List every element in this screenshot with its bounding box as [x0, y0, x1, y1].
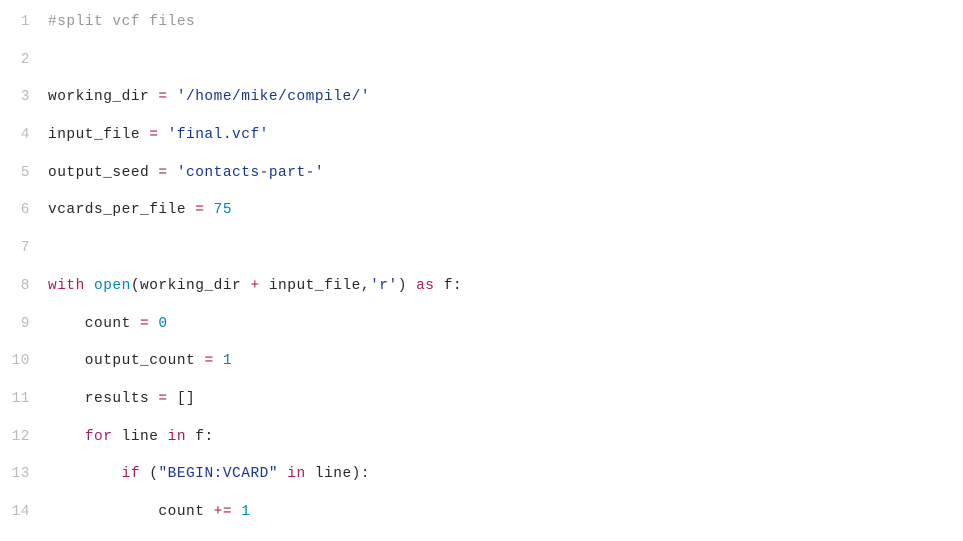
code-line: 10 output_count = 1: [0, 343, 963, 381]
code-line: 5output_seed = 'contacts-part-': [0, 155, 963, 193]
code-token: [232, 504, 241, 520]
code-token: [214, 353, 223, 369]
code-token: count: [48, 316, 140, 332]
code-content: input_file = 'final.vcf': [48, 117, 269, 155]
code-token: as: [416, 278, 434, 294]
code-token: =: [204, 353, 213, 369]
code-token: 1: [223, 353, 232, 369]
line-number: 14: [0, 494, 48, 532]
code-token: =: [158, 89, 167, 105]
code-token: line):: [306, 466, 370, 482]
code-token: =: [158, 165, 167, 181]
code-token: input_file: [48, 127, 149, 143]
code-line: 8with open(working_dir + input_file,'r')…: [0, 268, 963, 306]
code-token: [168, 89, 177, 105]
code-token: [204, 202, 213, 218]
code-token: working_dir: [48, 89, 158, 105]
code-token: 75: [214, 202, 232, 218]
code-token: 'final.vcf': [168, 127, 269, 143]
code-content: vcards_per_file = 75: [48, 192, 232, 230]
code-content: output_seed = 'contacts-part-': [48, 155, 324, 193]
code-token: results: [48, 391, 158, 407]
line-number: 8: [0, 268, 48, 306]
code-token: #split vcf files: [48, 14, 195, 30]
line-number: 6: [0, 192, 48, 230]
code-token: 1: [241, 504, 250, 520]
code-token: [158, 127, 167, 143]
code-token: [85, 278, 94, 294]
code-line: 6vcards_per_file = 75: [0, 192, 963, 230]
code-token: 0: [158, 316, 167, 332]
code-line: 1#split vcf files: [0, 4, 963, 42]
code-token: line: [112, 429, 167, 445]
line-number: 4: [0, 117, 48, 155]
code-line: 7: [0, 230, 963, 268]
code-line: 4input_file = 'final.vcf': [0, 117, 963, 155]
code-block: 1#split vcf files23working_dir = '/home/…: [0, 0, 963, 532]
code-content: output_count = 1: [48, 343, 232, 381]
line-number: 2: [0, 42, 48, 80]
code-line: 14 count += 1: [0, 494, 963, 532]
code-token: count: [48, 504, 214, 520]
code-content: #split vcf files: [48, 4, 195, 42]
code-line: 2: [0, 42, 963, 80]
line-number: 5: [0, 155, 48, 193]
line-number: 11: [0, 381, 48, 419]
code-content: for line in f:: [48, 419, 214, 457]
line-number: 12: [0, 419, 48, 457]
code-token: [48, 466, 122, 482]
code-content: working_dir = '/home/mike/compile/': [48, 79, 370, 117]
code-token: in: [287, 466, 305, 482]
code-token: '/home/mike/compile/': [177, 89, 370, 105]
code-token: with: [48, 278, 85, 294]
line-number: 13: [0, 456, 48, 494]
code-token: input_file,: [260, 278, 370, 294]
code-token: output_seed: [48, 165, 158, 181]
code-content: count = 0: [48, 306, 168, 344]
line-number: 3: [0, 79, 48, 117]
line-number: 1: [0, 4, 48, 42]
line-number: 10: [0, 343, 48, 381]
code-token: in: [168, 429, 186, 445]
code-token: ): [398, 278, 416, 294]
code-content: count += 1: [48, 494, 250, 532]
code-token: f:: [435, 278, 463, 294]
code-token: "BEGIN:VCARD": [158, 466, 278, 482]
code-line: 12 for line in f:: [0, 419, 963, 457]
code-token: =: [158, 391, 167, 407]
code-content: with open(working_dir + input_file,'r') …: [48, 268, 462, 306]
code-token: +=: [214, 504, 232, 520]
line-number: 9: [0, 306, 48, 344]
code-token: output_count: [48, 353, 204, 369]
code-line: 3working_dir = '/home/mike/compile/': [0, 79, 963, 117]
code-token: open: [94, 278, 131, 294]
code-line: 9 count = 0: [0, 306, 963, 344]
code-token: 'contacts-part-': [177, 165, 324, 181]
code-content: if ("BEGIN:VCARD" in line):: [48, 456, 370, 494]
code-content: results = []: [48, 381, 195, 419]
code-token: for: [85, 429, 113, 445]
code-token: [168, 165, 177, 181]
code-line: 13 if ("BEGIN:VCARD" in line):: [0, 456, 963, 494]
code-token: []: [168, 391, 196, 407]
code-token: =: [140, 316, 149, 332]
code-token: [278, 466, 287, 482]
code-token: +: [250, 278, 259, 294]
code-token: if: [122, 466, 140, 482]
code-line: 11 results = []: [0, 381, 963, 419]
code-token: [48, 429, 85, 445]
code-token: f:: [186, 429, 214, 445]
code-token: 'r': [370, 278, 398, 294]
code-token: vcards_per_file: [48, 202, 195, 218]
line-number: 7: [0, 230, 48, 268]
code-token: (: [140, 466, 158, 482]
code-token: (working_dir: [131, 278, 251, 294]
